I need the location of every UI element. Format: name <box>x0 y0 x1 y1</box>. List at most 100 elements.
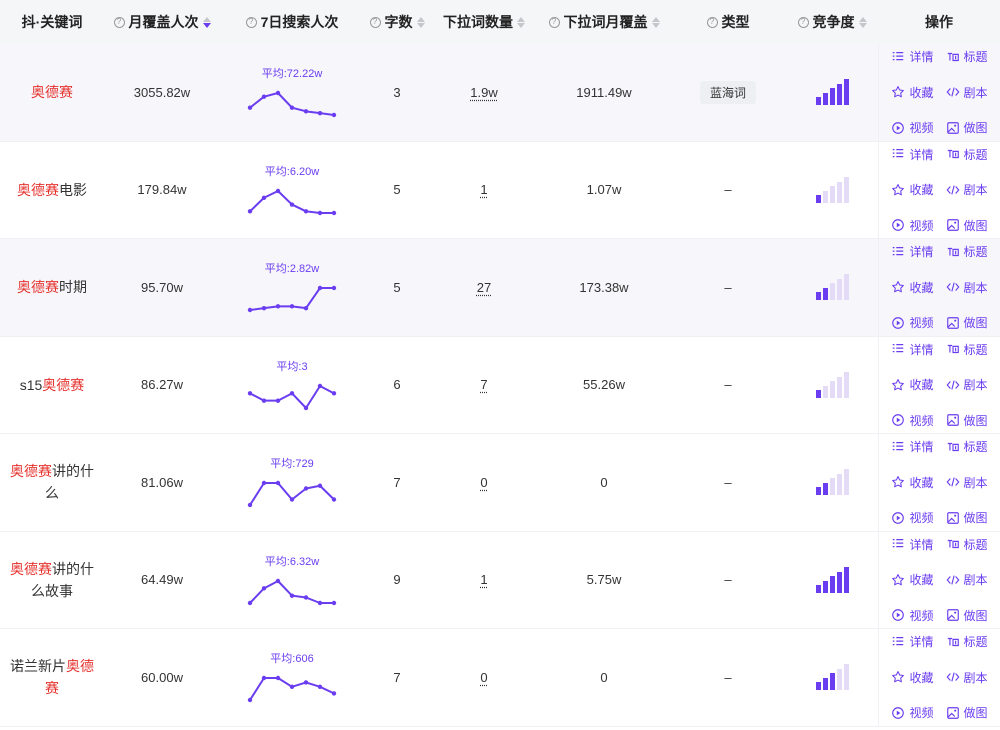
header-competition[interactable]: ? 竞争度 <box>786 0 878 44</box>
image-button[interactable]: 做图 <box>946 119 988 136</box>
favorite-button[interactable]: 收藏 <box>891 376 934 393</box>
sort-icon[interactable] <box>202 16 211 28</box>
image-button[interactable]: 做图 <box>946 217 988 234</box>
script-button[interactable]: 剧本 <box>946 181 988 198</box>
header-dropdown-count[interactable]: 下拉词数量 <box>430 0 538 44</box>
help-icon[interactable]: ? <box>706 16 718 28</box>
help-icon[interactable]: ? <box>797 16 809 28</box>
dropdown-count-cell[interactable]: 27 <box>430 239 538 336</box>
script-button[interactable]: 剧本 <box>946 474 988 491</box>
keyword-text[interactable]: 奥德赛讲的什么 <box>0 460 104 504</box>
detail-button[interactable]: 详情 <box>891 341 934 358</box>
favorite-button[interactable]: 收藏 <box>891 669 934 686</box>
favorite-button[interactable]: 收藏 <box>891 279 934 296</box>
keyword-cell[interactable]: 奥德赛 <box>0 44 104 141</box>
video-button[interactable]: 视频 <box>891 412 934 429</box>
title-button[interactable]: 标题 <box>946 146 988 163</box>
keyword-text[interactable]: 奥德赛 <box>25 81 79 103</box>
keyword-cell[interactable]: 奥德赛时期 <box>0 239 104 336</box>
sparkline-point <box>331 691 337 696</box>
sort-icon[interactable] <box>651 16 660 28</box>
script-button[interactable]: 剧本 <box>946 279 988 296</box>
dropdown-count-cell[interactable]: 0 <box>430 434 538 531</box>
video-button[interactable]: 视频 <box>891 217 934 234</box>
trend-sparkline[interactable] <box>246 278 338 314</box>
title-button[interactable]: 标题 <box>946 438 988 455</box>
trend-sparkline[interactable] <box>246 83 338 119</box>
competition-bars <box>815 176 849 203</box>
keyword-text[interactable]: s15奥德赛 <box>14 374 91 396</box>
image-button[interactable]: 做图 <box>946 607 988 624</box>
keyword-cell[interactable]: s15奥德赛 <box>0 337 104 434</box>
favorite-button[interactable]: 收藏 <box>891 84 934 101</box>
favorite-button[interactable]: 收藏 <box>891 181 934 198</box>
sort-icon[interactable] <box>517 16 525 28</box>
detail-button[interactable]: 详情 <box>891 146 934 163</box>
dropdown-count-link[interactable]: 1 <box>480 182 487 197</box>
dropdown-count-link[interactable]: 7 <box>480 377 487 392</box>
trend-cell: 平均:6.20w <box>220 142 364 239</box>
title-button[interactable]: 标题 <box>946 536 988 553</box>
image-button[interactable]: 做图 <box>946 412 988 429</box>
ops-cell: 详情 标题收藏 剧本视频 做图 <box>878 531 1000 628</box>
sort-icon[interactable] <box>416 16 425 28</box>
help-icon[interactable]: ? <box>369 16 381 28</box>
dropdown-count-link[interactable]: 1.9w <box>470 85 497 100</box>
dropdown-count-cell[interactable]: 7 <box>430 337 538 434</box>
keyword-text[interactable]: 奥德赛电影 <box>11 179 93 201</box>
dropdown-count-link[interactable]: 1 <box>480 572 487 587</box>
favorite-icon <box>892 573 905 586</box>
video-button[interactable]: 视频 <box>891 704 934 721</box>
keyword-cell[interactable]: 奥德赛讲的什么故事 <box>0 532 104 629</box>
dropdown-count-cell[interactable]: 1 <box>430 142 538 239</box>
script-button[interactable]: 剧本 <box>946 571 988 588</box>
help-icon[interactable]: ? <box>245 16 257 28</box>
dropdown-count-link[interactable]: 0 <box>480 475 487 490</box>
dropdown-count-cell[interactable]: 0 <box>430 629 538 726</box>
dropdown-count-cell[interactable]: 1 <box>430 532 538 629</box>
detail-button[interactable]: 详情 <box>891 633 934 650</box>
trend-sparkline[interactable] <box>246 571 338 607</box>
header-monthly[interactable]: ? 月覆盖人次 <box>104 0 220 44</box>
video-button[interactable]: 视频 <box>891 509 934 526</box>
keyword-text[interactable]: 诺兰新片奥德赛 <box>0 655 104 699</box>
keyword-cell[interactable]: 奥德赛讲的什么 <box>0 434 104 531</box>
keyword-text[interactable]: 奥德赛时期 <box>11 276 93 298</box>
sort-icon[interactable] <box>858 16 867 28</box>
table-row: 奥德赛讲的什么故事 64.49w 平均:6.32w 9 1 5.75w – 详情… <box>0 531 1000 629</box>
keyword-text[interactable]: 奥德赛讲的什么故事 <box>0 558 104 602</box>
image-button[interactable]: 做图 <box>946 704 988 721</box>
trend-sparkline[interactable] <box>246 473 338 509</box>
image-button[interactable]: 做图 <box>946 314 988 331</box>
dropdown-count-cell[interactable]: 1.9w <box>430 44 538 141</box>
header-dropdown-coverage[interactable]: ? 下拉词月覆盖 <box>538 0 670 44</box>
trend-sparkline[interactable] <box>246 668 338 704</box>
favorite-button[interactable]: 收藏 <box>891 571 934 588</box>
trend-sparkline[interactable] <box>246 181 338 217</box>
trend-sparkline[interactable] <box>246 376 338 412</box>
image-button[interactable]: 做图 <box>946 509 988 526</box>
script-button[interactable]: 剧本 <box>946 84 988 101</box>
video-button[interactable]: 视频 <box>891 314 934 331</box>
detail-button[interactable]: 详情 <box>891 536 934 553</box>
title-button[interactable]: 标题 <box>946 48 988 65</box>
video-button[interactable]: 视频 <box>891 119 934 136</box>
title-button[interactable]: 标题 <box>946 243 988 260</box>
help-icon[interactable]: ? <box>113 16 125 28</box>
header-chars[interactable]: ? 字数 <box>364 0 430 44</box>
video-button[interactable]: 视频 <box>891 607 934 624</box>
script-button[interactable]: 剧本 <box>946 669 988 686</box>
detail-button[interactable]: 详情 <box>891 438 934 455</box>
title-button[interactable]: 标题 <box>946 341 988 358</box>
help-icon[interactable]: ? <box>548 16 560 28</box>
keyword-cell[interactable]: 诺兰新片奥德赛 <box>0 629 104 726</box>
script-button[interactable]: 剧本 <box>946 376 988 393</box>
title-icon <box>947 345 959 354</box>
dropdown-count-link[interactable]: 0 <box>480 670 487 685</box>
dropdown-count-link[interactable]: 27 <box>477 280 491 295</box>
keyword-cell[interactable]: 奥德赛电影 <box>0 142 104 239</box>
favorite-button[interactable]: 收藏 <box>891 474 934 491</box>
detail-button[interactable]: 详情 <box>891 48 934 65</box>
detail-button[interactable]: 详情 <box>891 243 934 260</box>
title-button[interactable]: 标题 <box>946 633 988 650</box>
